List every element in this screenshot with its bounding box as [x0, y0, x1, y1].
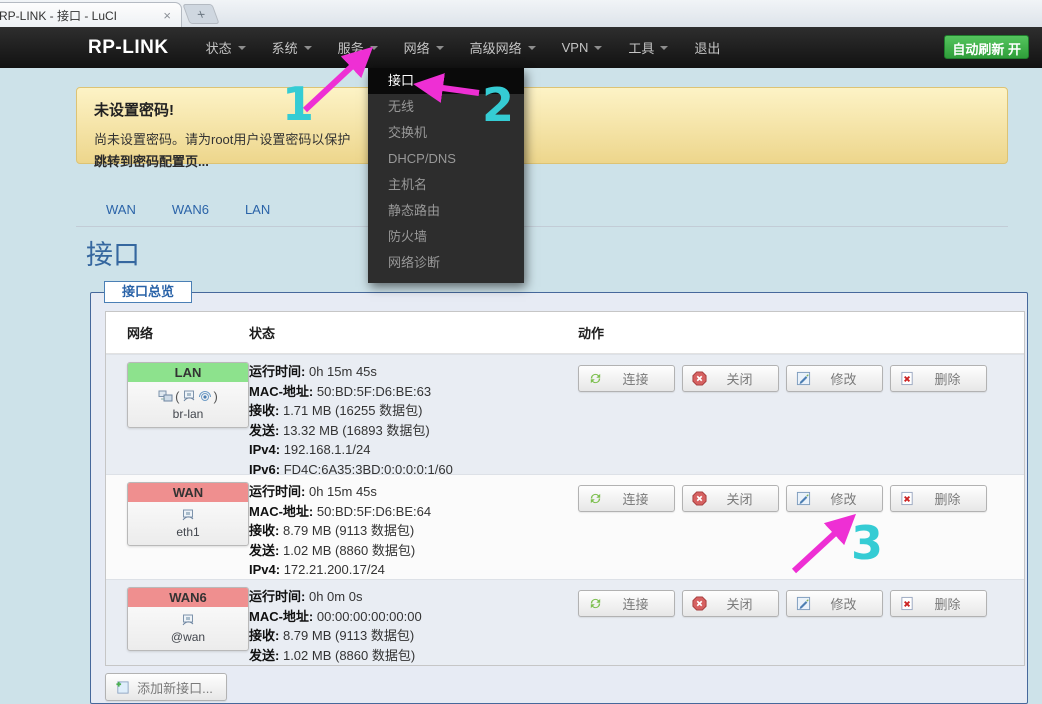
delete-button[interactable]: 删除	[890, 590, 987, 617]
shutdown-icon	[692, 491, 707, 506]
dropdown-item-switch[interactable]: 交换机	[368, 120, 524, 146]
add-interface-button[interactable]: 添加新接口...	[105, 673, 227, 701]
dropdown-item-dhcp-dns[interactable]: DHCP/DNS	[368, 146, 524, 172]
shutdown-icon	[692, 596, 707, 611]
menu-network[interactable]: 网络	[391, 27, 457, 68]
password-warning-box: 未设置密码! 尚未设置密码。请为root用户设置密码以保护 跳转到密码配置页..…	[76, 87, 1008, 164]
ethernet-icon	[181, 614, 195, 627]
interface-name: LAN	[128, 363, 248, 382]
column-header-network: 网络	[106, 323, 249, 342]
subtab-lan[interactable]: LAN	[245, 202, 270, 217]
chevron-down-icon	[304, 46, 312, 50]
page-title: 接口	[86, 233, 140, 272]
edit-icon	[796, 491, 811, 506]
menu-services[interactable]: 服务	[325, 27, 391, 68]
ethernet-icon	[182, 390, 196, 403]
menu-system[interactable]: 系统	[259, 27, 325, 68]
table-row: LAN ( ) br-lan 运行时间: 0h 15m 45s	[106, 354, 1024, 474]
chevron-down-icon	[528, 46, 536, 50]
ethernet-icon	[181, 509, 195, 522]
bridge-icon	[158, 390, 173, 403]
interface-status: 运行时间: 0h 15m 45s MAC-地址: 50:BD:5F:D6:BE:…	[249, 355, 578, 474]
table-row: WAN6 @wan 运行时间: 0h 0m 0s MAC-地址: 00:00:0…	[106, 579, 1024, 665]
interface-device-name: br-lan	[128, 407, 248, 421]
chevron-down-icon	[238, 46, 246, 50]
add-interface-icon	[115, 680, 130, 695]
shutdown-button[interactable]: 关闭	[682, 485, 779, 512]
menu-tools[interactable]: 工具	[615, 27, 681, 68]
edit-button[interactable]: 修改	[786, 485, 883, 512]
edit-icon	[796, 371, 811, 386]
interface-name: WAN6	[128, 588, 248, 607]
reconnect-icon	[588, 596, 603, 611]
main-menu: 状态 系统 服务 网络 高级网络 VPN 工具 退出	[193, 27, 734, 68]
delete-icon	[900, 596, 915, 611]
divider	[76, 226, 1008, 227]
edit-button[interactable]: 修改	[786, 365, 883, 392]
interface-overview-panel: 网络 状态 动作 LAN ( ) br-lan	[90, 292, 1028, 704]
network-dropdown: 接口 无线 交换机 DHCP/DNS 主机名 静态路由 防火墙 网络诊断	[368, 68, 524, 283]
edit-icon	[796, 596, 811, 611]
menu-vpn[interactable]: VPN	[549, 27, 616, 68]
subtab-wan[interactable]: WAN	[106, 202, 136, 217]
table-header-row: 网络 状态 动作	[106, 312, 1024, 354]
interface-badge-wan[interactable]: WAN eth1	[127, 482, 249, 546]
column-header-actions: 动作	[578, 323, 1024, 342]
dropdown-item-wireless[interactable]: 无线	[368, 94, 524, 120]
chevron-down-icon	[594, 46, 602, 50]
interfaces-table: 网络 状态 动作 LAN ( ) br-lan	[105, 311, 1025, 666]
autorefresh-toggle[interactable]: 自动刷新 开	[944, 35, 1029, 59]
connect-button[interactable]: 连接	[578, 365, 675, 392]
interface-badge-wan6[interactable]: WAN6 @wan	[127, 587, 249, 651]
new-tab-button[interactable]: +	[182, 4, 219, 24]
edit-button[interactable]: 修改	[786, 590, 883, 617]
dropdown-item-firewall[interactable]: 防火墙	[368, 224, 524, 250]
top-navbar: RP-LINK 状态 系统 服务 网络 高级网络 VPN 工具 退出 自动刷新 …	[0, 27, 1042, 68]
dropdown-item-interfaces[interactable]: 接口	[368, 68, 524, 94]
menu-status[interactable]: 状态	[193, 27, 259, 68]
browser-tab-title: RP-LINK - 接口 - LuCI	[0, 7, 157, 24]
interface-name: WAN	[128, 483, 248, 502]
goto-password-config-link[interactable]: 跳转到密码配置页...	[94, 151, 990, 170]
interface-device-name: @wan	[128, 630, 248, 644]
warning-title: 未设置密码!	[94, 99, 990, 120]
interface-subtabs: WAN WAN6 LAN	[106, 202, 270, 217]
delete-icon	[900, 491, 915, 506]
table-row: WAN eth1 运行时间: 0h 15m 45s MAC-地址: 50:BD:…	[106, 474, 1024, 579]
menu-logout[interactable]: 退出	[681, 27, 733, 68]
browser-tab-bar: RP-LINK - 接口 - LuCI × +	[0, 0, 1042, 27]
chevron-down-icon	[660, 46, 668, 50]
interface-status: 运行时间: 0h 15m 45s MAC-地址: 50:BD:5F:D6:BE:…	[249, 475, 578, 579]
interface-device-name: eth1	[128, 525, 248, 539]
dropdown-item-diagnostics[interactable]: 网络诊断	[368, 250, 524, 276]
delete-icon	[900, 371, 915, 386]
chevron-down-icon	[370, 46, 378, 50]
reconnect-icon	[588, 371, 603, 386]
interface-badge-lan[interactable]: LAN ( ) br-lan	[127, 362, 249, 428]
chevron-down-icon	[436, 46, 444, 50]
connect-button[interactable]: 连接	[578, 590, 675, 617]
delete-button[interactable]: 删除	[890, 485, 987, 512]
dropdown-item-static-routes[interactable]: 静态路由	[368, 198, 524, 224]
brand-logo: RP-LINK	[88, 37, 169, 59]
tab-interface-overview[interactable]: 接口总览	[104, 281, 192, 303]
reconnect-icon	[588, 491, 603, 506]
browser-tab[interactable]: RP-LINK - 接口 - LuCI ×	[0, 2, 182, 27]
column-header-status: 状态	[249, 323, 578, 342]
menu-advanced-network[interactable]: 高级网络	[457, 27, 549, 68]
interface-status: 运行时间: 0h 0m 0s MAC-地址: 00:00:00:00:00:00…	[249, 580, 578, 665]
warning-body: 尚未设置密码。请为root用户设置密码以保护	[94, 129, 990, 148]
delete-button[interactable]: 删除	[890, 365, 987, 392]
shutdown-icon	[692, 371, 707, 386]
subtab-wan6[interactable]: WAN6	[172, 202, 209, 217]
wifi-icon	[198, 390, 212, 403]
shutdown-button[interactable]: 关闭	[682, 365, 779, 392]
dropdown-item-hostnames[interactable]: 主机名	[368, 172, 524, 198]
tab-close-icon[interactable]: ×	[163, 8, 171, 23]
shutdown-button[interactable]: 关闭	[682, 590, 779, 617]
connect-button[interactable]: 连接	[578, 485, 675, 512]
